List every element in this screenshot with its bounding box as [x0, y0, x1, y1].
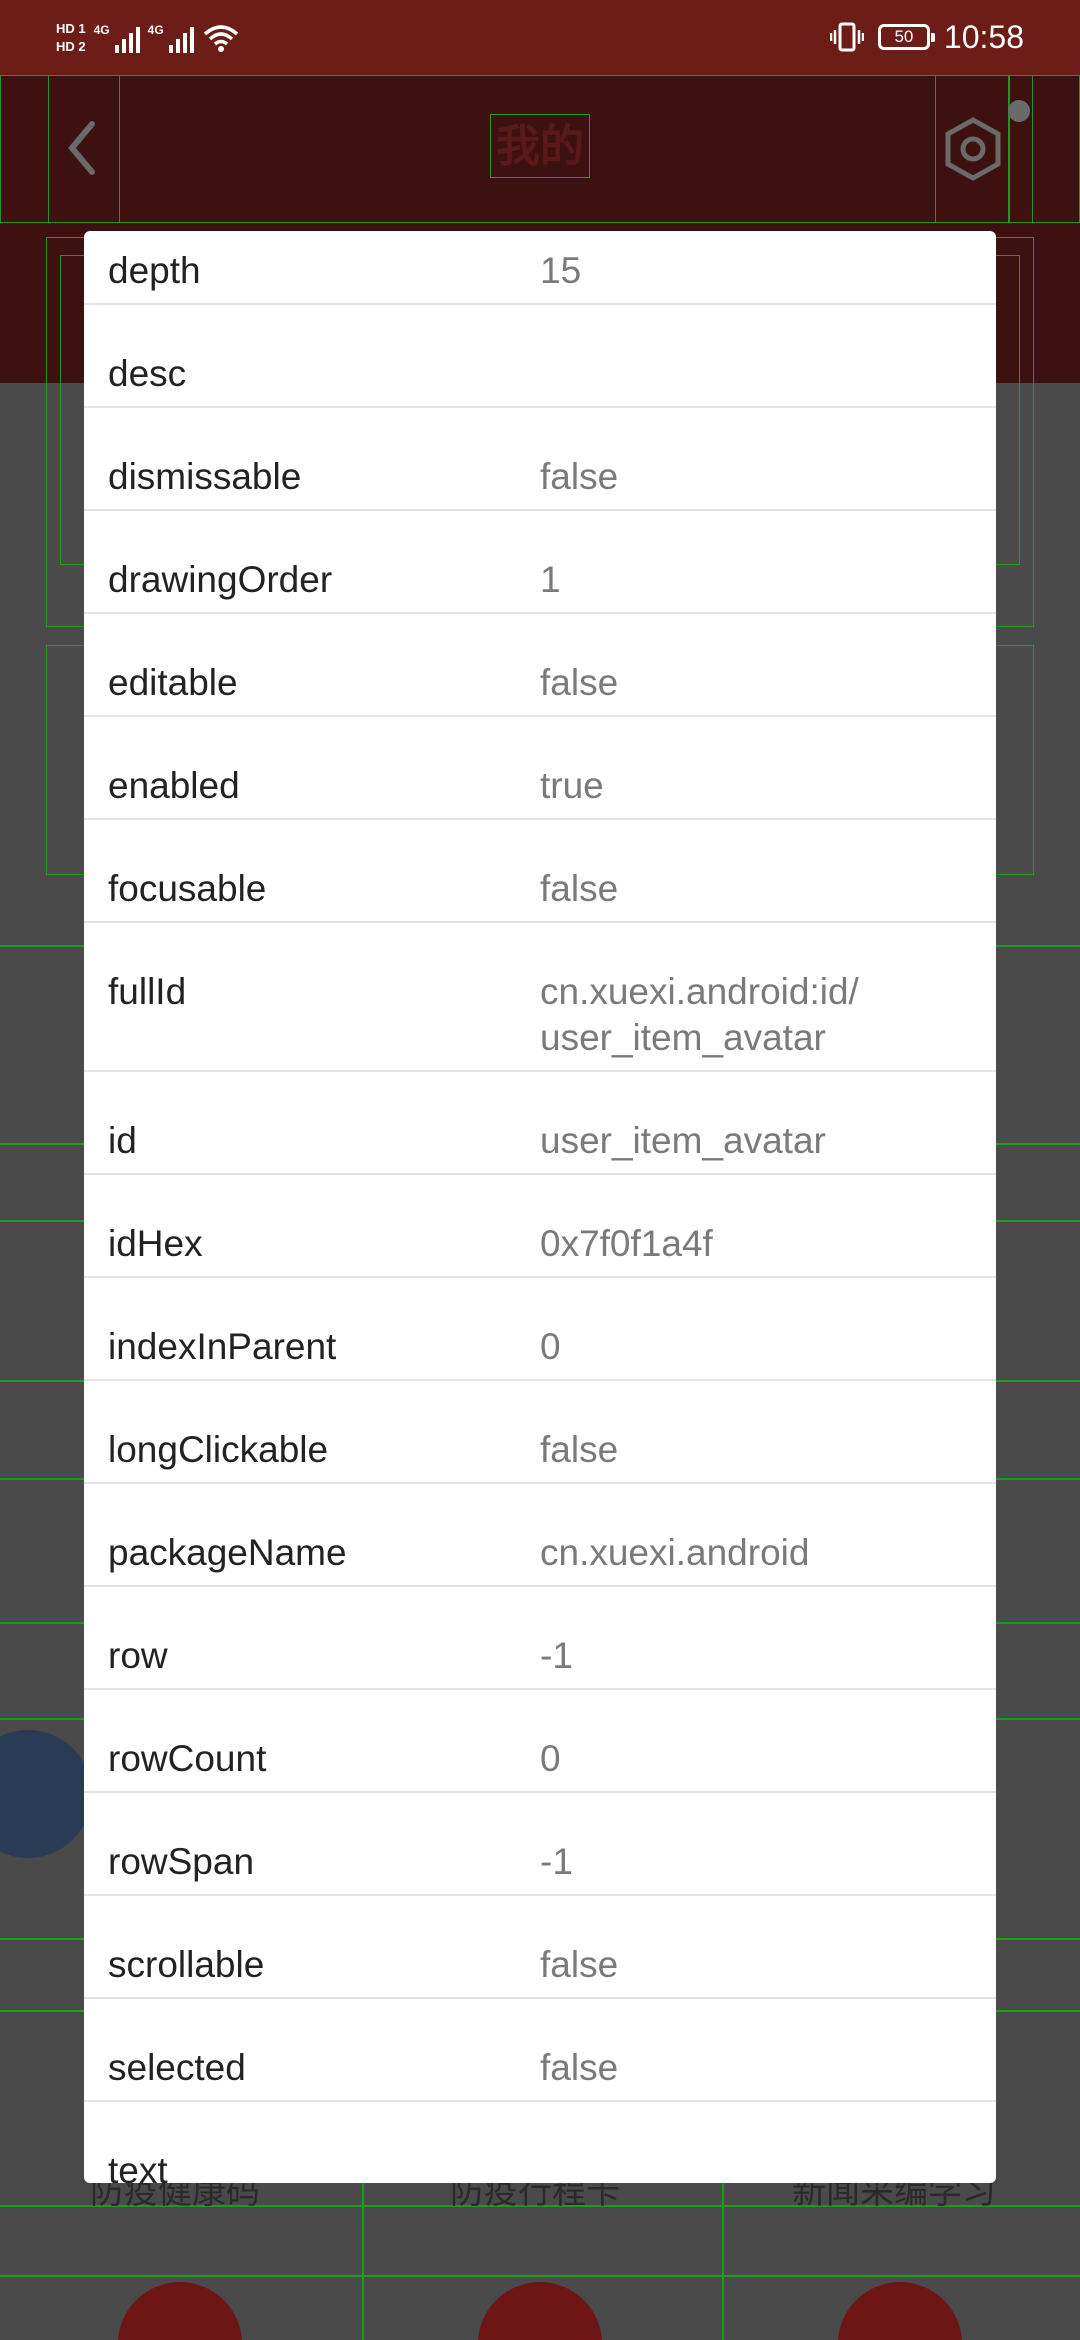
coin-icon — [0, 1730, 92, 1858]
property-value: cn.xuexi.android — [540, 1532, 810, 1573]
status-bar: HD 1 HD 2 4G 4G 50 10:58 — [0, 0, 1080, 75]
hd-indicators: HD 1 HD 2 — [56, 22, 86, 54]
property-name: idHex — [108, 1223, 203, 1264]
property-name: id — [108, 1120, 137, 1161]
divider-outline — [0, 2275, 1080, 2277]
property-row[interactable]: packageName cn.xuexi.android — [84, 1484, 996, 1587]
property-value: false — [540, 1429, 619, 1470]
property-name: dismissable — [108, 456, 302, 497]
properties-list[interactable]: depth 15 desc dismissable false drawingOrder 1… — [84, 231, 996, 2183]
property-row[interactable]: rowCount 0 — [84, 1690, 996, 1793]
property-name: scrollable — [108, 1944, 265, 1985]
property-value: user_item_avatar — [540, 1120, 826, 1161]
status-left: HD 1 HD 2 4G 4G — [56, 14, 240, 62]
hd2-label: HD 2 — [56, 39, 86, 54]
network-type-2: 4G — [147, 23, 164, 37]
properties-dialog[interactable]: depth 15 desc dismissable false drawingOrder 1… — [84, 231, 996, 2183]
property-value: false — [540, 1944, 619, 1985]
property-row[interactable]: enabled true — [84, 717, 996, 820]
property-name: selected — [108, 2047, 246, 2088]
property-row[interactable]: dismissable false — [84, 408, 996, 511]
property-value: 15 — [540, 250, 582, 291]
health-code-icon[interactable] — [118, 2282, 242, 2340]
property-row[interactable]: row -1 — [84, 1587, 996, 1690]
battery-icon: 50 — [877, 24, 935, 50]
property-value: 0 — [540, 1738, 561, 1779]
property-value: 1 — [540, 559, 561, 600]
property-row[interactable]: longClickable false — [84, 1381, 996, 1484]
property-name: fullId — [108, 971, 187, 1012]
vibrate-icon — [829, 22, 864, 52]
property-name: enabled — [108, 765, 240, 806]
property-row[interactable]: text — [84, 2102, 996, 2183]
property-row[interactable]: scrollable false — [84, 1896, 996, 1999]
property-value: false — [540, 2047, 619, 2088]
property-value: false — [540, 662, 619, 703]
property-value: true — [540, 765, 604, 806]
property-value: -1 — [540, 1841, 573, 1882]
property-value: false — [540, 456, 619, 497]
hd1-label: HD 1 — [56, 21, 86, 36]
network-type-1: 4G — [93, 23, 110, 37]
property-name: rowCount — [108, 1738, 267, 1779]
header-side-outline — [1009, 75, 1033, 223]
signal-icon: 4G — [94, 23, 140, 53]
property-value: false — [540, 868, 619, 909]
clock: 10:58 — [943, 18, 1024, 55]
property-name: text — [108, 2150, 168, 2183]
property-row[interactable]: id user_item_avatar — [84, 1072, 996, 1175]
property-row[interactable]: desc — [84, 305, 996, 408]
property-name: editable — [108, 662, 238, 703]
property-row[interactable]: editable false — [84, 614, 996, 717]
dot-icon — [1008, 100, 1030, 122]
property-value: 0 — [540, 1326, 561, 1367]
property-row[interactable]: fullId cn.xuexi.android:id/ user_item_ava… — [84, 923, 996, 1072]
property-name: depth — [108, 250, 201, 291]
property-row[interactable]: focusable false — [84, 820, 996, 923]
property-name: row — [108, 1635, 168, 1676]
property-name: packageName — [108, 1532, 347, 1573]
status-right: 50 10:58 — [829, 12, 1024, 62]
property-name: rowSpan — [108, 1841, 255, 1882]
property-name: indexInParent — [108, 1326, 337, 1367]
property-row[interactable]: depth 15 — [84, 231, 996, 305]
property-row[interactable]: idHex 0x7f0f1a4f — [84, 1175, 996, 1278]
wifi-icon — [203, 25, 238, 52]
travel-card-icon[interactable] — [478, 2282, 602, 2340]
property-name: focusable — [108, 868, 267, 909]
property-value: 0x7f0f1a4f — [540, 1223, 713, 1264]
property-name: longClickable — [108, 1429, 329, 1470]
screen: HD 1 HD 2 4G 4G 50 10:58 我的 防疫健康码 防疫行程卡 … — [0, 0, 1080, 2340]
news-learning-icon[interactable] — [838, 2282, 962, 2340]
page-title: 我的 — [490, 114, 590, 178]
back-icon[interactable] — [60, 116, 104, 180]
property-row[interactable]: indexInParent 0 — [84, 1278, 996, 1381]
signal-icon: 4G — [148, 23, 194, 53]
property-value: cn.xuexi.android:id/ user_item_avatar — [540, 971, 859, 1058]
property-row[interactable]: rowSpan -1 — [84, 1793, 996, 1896]
settings-icon[interactable] — [940, 116, 1006, 182]
property-name: desc — [108, 353, 187, 394]
property-row[interactable]: selected false — [84, 1999, 996, 2102]
property-name: drawingOrder — [108, 559, 333, 600]
property-row[interactable]: drawingOrder 1 — [84, 511, 996, 614]
property-value: -1 — [540, 1635, 573, 1676]
